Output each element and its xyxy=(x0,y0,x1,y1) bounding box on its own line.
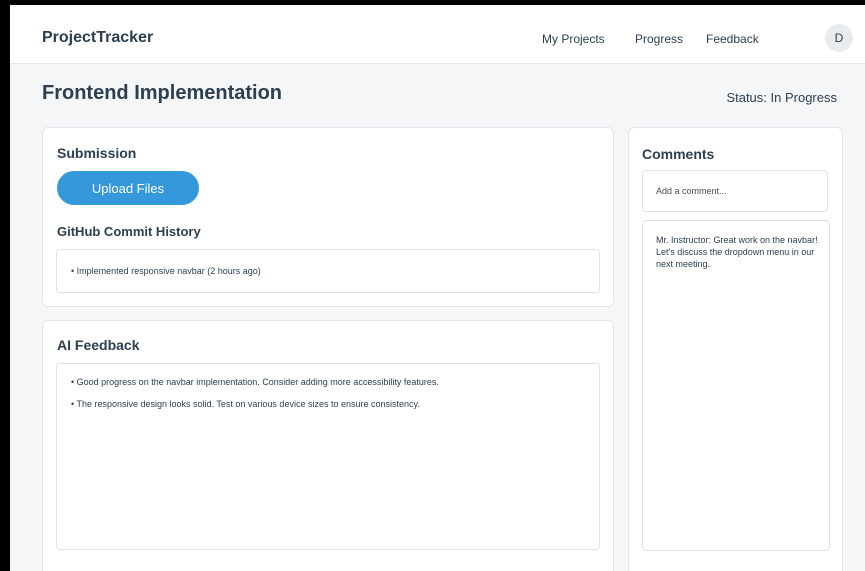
ai-feedback-list: • Good progress on the navbar implementa… xyxy=(56,363,600,550)
brand-logo[interactable]: ProjectTracker xyxy=(42,29,153,47)
comment-list: Mr. Instructor: Great work on the navbar… xyxy=(642,220,830,551)
ai-feedback-title: AI Feedback xyxy=(57,337,140,353)
page-title: Frontend Implementation xyxy=(42,82,282,104)
commit-history-title: GitHub Commit History xyxy=(57,224,201,239)
comments-title: Comments xyxy=(642,146,715,162)
comment-entry: Mr. Instructor: Great work on the navbar… xyxy=(656,235,818,269)
nav-link-my-projects[interactable]: My Projects xyxy=(542,32,605,46)
app-frame: ProjectTracker My Projects Progress Feed… xyxy=(10,5,865,571)
upload-files-button[interactable]: Upload Files xyxy=(57,171,199,205)
top-navbar: ProjectTracker My Projects Progress Feed… xyxy=(10,5,865,64)
submission-title: Submission xyxy=(57,145,137,161)
feedback-item: • The responsive design looks solid. Tes… xyxy=(71,399,420,409)
ai-feedback-card: AI Feedback • Good progress on the navba… xyxy=(42,320,614,571)
comments-card: Comments Mr. Instructor: Great work on t… xyxy=(628,127,843,571)
feedback-item: • Good progress on the navbar implementa… xyxy=(71,377,439,387)
commit-item: • Implemented responsive navbar (2 hours… xyxy=(71,266,261,276)
commit-history-list: • Implemented responsive navbar (2 hours… xyxy=(56,249,600,293)
submission-card: Submission Upload Files GitHub Commit Hi… xyxy=(42,127,614,307)
user-avatar[interactable]: D xyxy=(825,24,853,52)
status-text: Status: In Progress xyxy=(726,90,837,105)
nav-link-feedback[interactable]: Feedback xyxy=(706,32,759,46)
comment-input[interactable] xyxy=(642,170,828,212)
nav-link-progress[interactable]: Progress xyxy=(635,32,683,46)
